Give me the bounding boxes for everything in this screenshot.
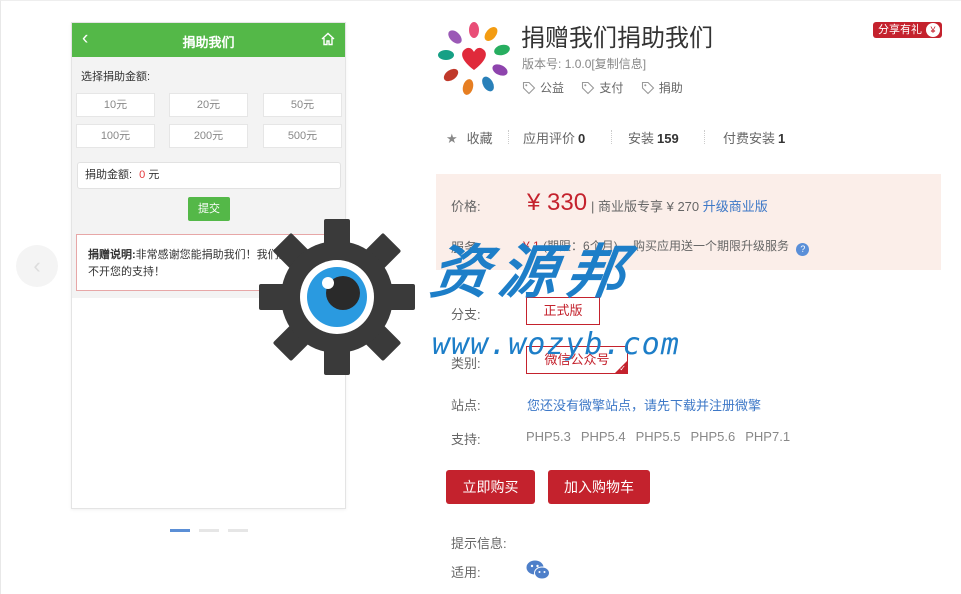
preview-header: ‹ 捐助我们 [72,23,345,57]
gift-bag-icon: ¥ [926,23,940,37]
amount-option-20[interactable]: 20元 [169,93,248,117]
amount-value: 0 [139,169,146,181]
tag-list: 公益 支付 捐助 [522,79,697,96]
upgrade-business-link[interactable]: 升级商业版 [703,199,768,214]
star-icon: ★ [446,131,458,146]
install-label: 安装 [628,131,655,146]
amount-label: 捐助金额: [85,169,133,181]
amount-option-200[interactable]: 200元 [169,124,248,148]
paid-install-stat: 付费安装 1 [723,128,785,147]
amount-option-50[interactable]: 50元 [263,93,342,117]
submit-button[interactable]: 提交 [188,197,230,221]
register-site-link[interactable]: 您还没有微擎站点，请先下载并注册微擎 [527,395,761,414]
watermark-url: www.wozyb.com [432,327,680,362]
version-label: 版本号: [522,57,562,71]
share-reward-label: 分享有礼 [878,24,922,36]
watermark-text: 资源邦 [426,238,641,306]
amount-unit: 元 [148,169,160,181]
version-info: 版本号: 1.0.0[复制信息] [522,55,646,72]
tag-icon [522,81,536,95]
price-value: ¥ 330 [527,189,588,216]
carousel-prev-button[interactable]: ‹ [16,245,58,287]
help-icon[interactable]: ? [796,243,810,256]
service-description: 购买应用送一个期限升级服务 [633,239,790,253]
carousel-dot[interactable] [228,529,248,532]
description-title: 捐赠说明: [88,249,136,261]
php-version: PHP5.4 [580,429,626,444]
stats-divider [611,130,612,144]
copy-info-link[interactable]: [复制信息] [591,57,646,71]
preview-title: 捐助我们 [182,35,235,50]
php-version: PHP7.1 [745,429,791,444]
app-logo [438,22,510,95]
business-price-text: | 商业版专享 ¥ 270 [591,199,700,214]
apply-label: 适用: [451,565,481,580]
check-icon: ✓ [619,364,626,373]
amount-option-10[interactable]: 10元 [76,93,155,117]
price-label: 价格: [451,199,481,214]
review-label: 应用评价 [523,131,576,146]
stats-divider [704,130,705,144]
amount-option-100[interactable]: 100元 [76,124,155,148]
tag-icon [582,81,595,95]
add-to-cart-button[interactable]: 加入购物车 [548,470,650,504]
install-count: 159 [657,131,679,146]
review-stat[interactable]: 应用评价 0 [523,128,585,147]
version-value: 1.0.0 [564,57,592,71]
tag-item[interactable]: 捐助 [641,79,683,96]
support-label: 支持: [451,432,481,447]
tag-item[interactable]: 支付 [581,79,623,96]
site-label: 站点: [451,398,481,413]
buy-now-button[interactable]: 立即购买 [446,470,535,504]
amount-input-row[interactable]: 捐助金额: 0 元 [77,162,341,189]
carousel-dot[interactable] [199,529,219,532]
tips-label: 提示信息: [451,536,507,551]
business-price: | 商业版专享 ¥ 270 升级商业版 [591,196,768,215]
php-support-list: PHP5.3 PHP5.4 PHP5.5 PHP5.6 PHP7.1 [526,429,800,444]
favorite-button[interactable]: ★ 收藏 [446,128,493,147]
php-version: PHP5.6 [690,429,736,444]
php-version: PHP5.5 [635,429,681,444]
amount-option-500[interactable]: 500元 [263,124,342,148]
share-reward-badge[interactable]: 分享有礼 ¥ [873,22,942,38]
choose-amount-label: 选择捐助金额: [81,71,151,83]
tag-icon [641,81,654,95]
php-version: PHP5.3 [526,429,571,444]
tag-label: 支付 [599,81,624,95]
wechat-icon [526,560,550,580]
app-title: 捐赠我们捐助我们 [521,25,713,52]
stats-divider [508,130,509,144]
carousel-dot[interactable] [170,529,190,532]
favorite-label: 收藏 [466,131,493,146]
paid-install-label: 付费安装 [723,131,776,146]
review-count: 0 [578,131,586,146]
install-stat: 安装 159 [628,128,679,147]
tag-label: 捐助 [658,81,683,95]
tag-label: 公益 [540,81,565,95]
paid-install-count: 1 [778,131,786,146]
tag-item[interactable]: 公益 [522,79,564,96]
watermark-gear-logo [259,219,415,375]
home-icon[interactable] [321,32,335,46]
